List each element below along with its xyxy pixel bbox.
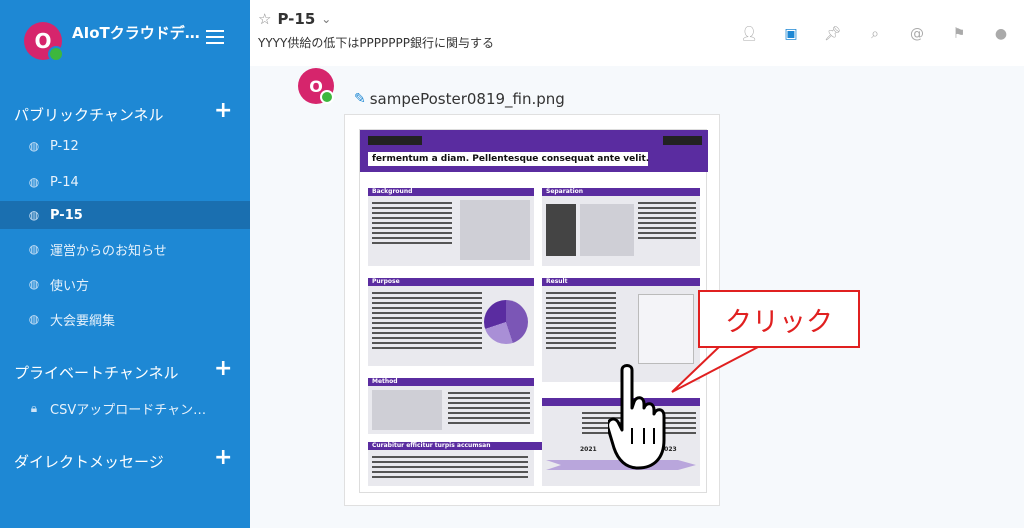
settings-icon[interactable]: ● [988,24,1014,44]
sidebar-item-p-15[interactable]: ◍ P-15 [0,201,250,229]
globe-icon: ◍ [28,208,40,222]
online-status-icon [320,90,334,104]
poster-section-purpose: Purpose [368,278,534,286]
poster-section-separation: Separation [542,188,700,196]
private-channels-header: プライベートチャンネル [14,364,179,382]
pointing-hand-icon [608,364,666,470]
add-private-channel-button[interactable]: + [214,358,232,380]
poster-title: fermentum a diam. Pellentesque consequat… [368,152,649,166]
globe-icon: ◍ [28,242,40,256]
search-icon[interactable]: ⌕ [862,24,888,44]
flag-icon[interactable]: ⚑ [946,24,972,44]
poster-separation-body [542,196,700,266]
globe-icon: ◍ [28,175,40,189]
channel-purpose: YYYY供給の低下はPPPPPPP銀行に関与する [258,36,494,50]
direct-messages-header: ダイレクトメッセージ [14,453,164,471]
hamburger-menu-icon[interactable] [206,30,224,44]
channel-label: 使い方 [50,278,90,294]
poster-background-body [368,196,534,266]
channel-label: 大会要綱集 [50,313,116,329]
globe-icon: ◍ [28,139,40,153]
channel-label: CSVアップロードチャン… [50,402,207,418]
globe-icon: ◍ [28,312,40,326]
poster-subtitle-block [368,136,422,145]
channel-label: P-15 [50,207,83,223]
pinned-icon[interactable]: 📌︎ [820,24,846,44]
header-toolbar: 👤︎ ▣ 📌︎ ⌕ @ ⚑ ● [736,24,1014,44]
lock-icon: 🔒︎ [30,400,38,415]
attachment-filename[interactable]: ✎ sampePoster0819_fin.png [354,90,565,108]
team-header[interactable]: O AIoTクラウドデ… [14,16,236,66]
sidebar-item-p-14[interactable]: ◍ P-14 [0,168,250,196]
channel-label: 運営からのお知らせ [50,243,167,259]
public-channels-header: パブリックチャンネル [14,106,164,124]
poster-year-2021: 2021 [580,446,597,453]
sidebar: O AIoTクラウドデ… パブリックチャンネル + ◍ P-12 ◍ P-14 … [0,0,250,528]
poster-logo-block [663,136,702,145]
sidebar-item-announcements[interactable]: ◍ 運営からのお知らせ [0,235,250,263]
attachment-icon: ✎ [354,91,366,107]
channel-label: P-12 [50,138,79,154]
file-name-text: sampePoster0819_fin.png [369,90,565,108]
channel-label: P-14 [50,174,79,190]
poster-pie-chart [484,300,528,344]
sidebar-item-how-to[interactable]: ◍ 使い方 [0,270,250,298]
team-name[interactable]: AIoTクラウドデ… [72,22,200,43]
add-direct-message-button[interactable]: + [214,447,232,469]
globe-icon: ◍ [28,277,40,291]
sidebar-item-p-12[interactable]: ◍ P-12 [0,132,250,160]
chevron-down-icon[interactable]: ⌄ [321,12,331,26]
channel-header: ☆ P-15 ⌄ YYYY供給の低下はPPPPPPP銀行に関与する [258,10,494,70]
poster-purpose-body [368,286,534,366]
poster-section-background: Background [368,188,534,196]
poster-curabitur-body [368,450,534,486]
members-icon[interactable]: 👤︎ [736,24,762,44]
online-status-icon [48,46,64,62]
poster-banner: fermentum a diam. Pellentesque consequat… [360,130,708,172]
poster-section-method: Method [368,378,534,386]
mention-icon[interactable]: @ [904,24,930,44]
sidebar-item-guidelines[interactable]: ◍ 大会要綱集 [0,305,250,333]
channel-files-icon[interactable]: ▣ [778,24,804,44]
favorite-star-icon[interactable]: ☆ [258,10,271,28]
click-callout: クリック [698,290,860,348]
add-public-channel-button[interactable]: + [214,100,232,122]
poster-method-body [368,386,534,434]
channel-title[interactable]: P-15 [277,10,315,28]
sidebar-item-csv-upload[interactable]: 🔒︎ CSVアップロードチャン… [0,394,250,422]
poster-section-result: Result [542,278,700,286]
